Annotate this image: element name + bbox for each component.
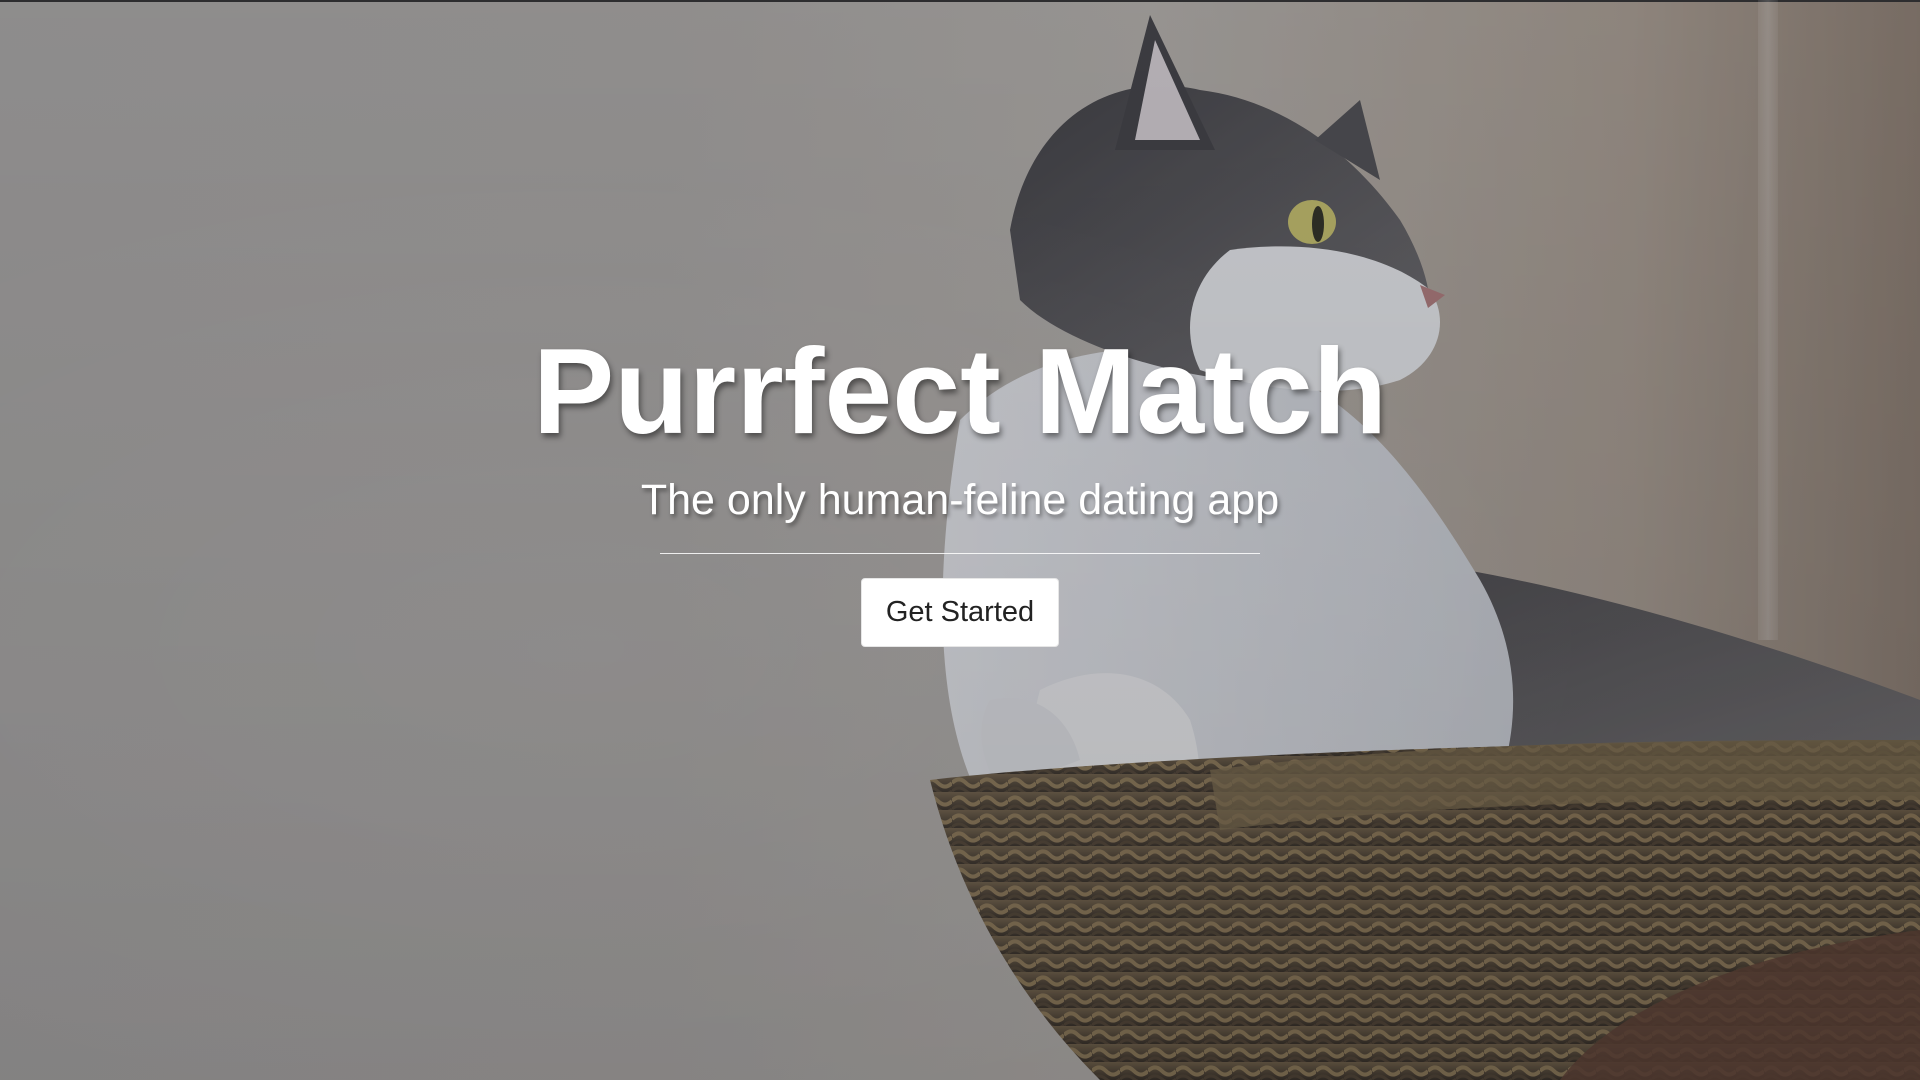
- divider: [660, 553, 1260, 554]
- page-title: Purrfect Match: [532, 323, 1388, 459]
- hero-content: Purrfect Match The only human-feline dat…: [0, 330, 1920, 647]
- page-subtitle: The only human-feline dating app: [640, 476, 1280, 524]
- get-started-button[interactable]: Get Started: [860, 578, 1060, 647]
- hero-section: Purrfect Match The only human-feline dat…: [0, 0, 1920, 1080]
